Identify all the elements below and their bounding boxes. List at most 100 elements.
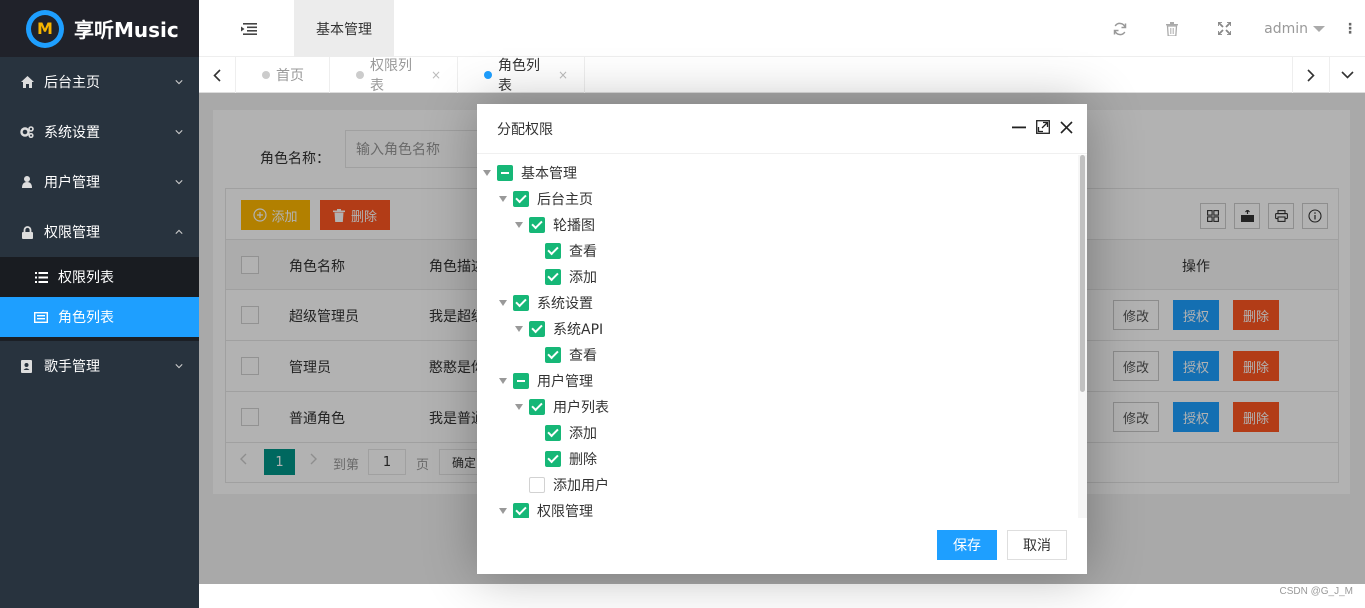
tree-checkbox[interactable] [545,347,561,363]
user-icon [20,176,34,188]
tree-node[interactable]: 权限管理 [499,498,593,518]
more-menu-button[interactable]: ⋮ [1335,21,1365,37]
minimize-button[interactable] [1012,120,1026,138]
cancel-button[interactable]: 取消 [1007,530,1067,560]
indent-icon [241,22,257,35]
tree-checkbox[interactable] [513,191,529,207]
permissions-tree: 基本管理 后台主页 轮播图 查看 添加 系统设置 系统API 查看 用户管理 用… [477,155,1087,518]
chevron-right-icon [1307,68,1315,82]
tree-node[interactable]: 删除 [531,446,597,472]
sidebar-toggle-button[interactable] [229,0,269,57]
sidebar-item-permissions[interactable]: 权限管理 [0,207,199,257]
page-tab-permission-list[interactable]: 权限列表 × [330,57,458,94]
top-header: 基本管理 admin ⋮ [199,0,1365,57]
sidebar-item-users[interactable]: 用户管理 [0,157,199,207]
permissions-submenu: 权限列表 角色列表 [0,257,199,337]
chevron-down-icon [175,80,183,85]
address-book-icon [20,359,34,373]
tree-node[interactable]: 基本管理 [483,160,577,186]
user-menu[interactable]: admin [1250,21,1335,37]
refresh-icon [1113,22,1127,35]
tree-node[interactable]: 查看 [531,238,597,264]
expand-icon [1217,22,1231,35]
tree-checkbox[interactable] [529,217,545,233]
list-icon [34,271,48,283]
tree-checkbox[interactable] [529,477,545,493]
chevron-down-icon [175,130,183,135]
tree-checkbox[interactable] [545,425,561,441]
assign-permissions-dialog: 分配权限 基本管理 后台主页 轮播图 查看 添加 系统设置 系统API 查看 用… [477,104,1087,574]
dialog-footer: 保存 取消 [477,518,1087,574]
tree-node[interactable]: 用户列表 [515,394,609,420]
home-icon [20,76,34,88]
top-nav-basic-management[interactable]: 基本管理 [294,0,394,57]
tabs-scroll-right-button[interactable] [1292,57,1329,93]
tree-node[interactable]: 系统API [515,316,603,342]
caret-down-icon[interactable] [515,404,523,410]
tree-checkbox[interactable] [545,243,561,259]
chevron-up-icon [175,229,183,234]
caret-down-icon[interactable] [515,326,523,332]
logo-icon: M [26,9,64,48]
close-icon [1060,120,1073,134]
sidebar-item-singers[interactable]: 歌手管理 [0,341,199,391]
tree-checkbox[interactable] [497,165,513,181]
dialog-title: 分配权限 [497,121,553,138]
tree-node[interactable]: 添加 [531,264,597,290]
page-tab-home[interactable]: 首页 [236,57,330,93]
lock-icon [20,225,34,239]
caret-down-icon[interactable] [515,222,523,228]
chevron-down-icon [1341,71,1354,79]
card-icon [34,311,48,323]
tree-checkbox[interactable] [529,399,545,415]
caret-down-icon[interactable] [499,378,507,384]
sidebar-item-settings[interactable]: 系统设置 [0,107,199,157]
caret-down-icon [1313,25,1325,32]
tabs-menu-button[interactable] [1329,57,1365,93]
gears-icon [20,126,34,138]
tab-close-icon[interactable]: × [558,68,568,82]
minimize-icon [1012,126,1026,129]
logo: M 享听Music [0,0,199,57]
watermark: CSDN @G_J_M [1279,586,1354,597]
scrollbar[interactable] [1080,155,1085,392]
tree-node[interactable]: 查看 [531,342,597,368]
tab-close-icon[interactable]: × [431,68,441,82]
tree-node[interactable]: 后台主页 [499,186,593,212]
caret-down-icon[interactable] [483,170,491,176]
tree-checkbox[interactable] [513,295,529,311]
tree-checkbox[interactable] [545,451,561,467]
sidebar: M 享听Music 后台主页 系统设置 用户管理 权限管理 权限列表 角色列表 … [0,0,199,608]
chevron-down-icon [175,180,183,185]
caret-down-icon[interactable] [499,508,507,514]
tree-checkbox[interactable] [513,373,529,389]
caret-down-icon[interactable] [499,300,507,306]
trash-icon [1166,21,1179,36]
caret-down-icon[interactable] [499,196,507,202]
sidebar-subitem-role-list[interactable]: 角色列表 [0,297,199,337]
brand-name: 享听Music [74,18,179,42]
tree-checkbox[interactable] [529,321,545,337]
tree-checkbox[interactable] [513,503,529,518]
page-tabs-bar: 首页 权限列表 × 角色列表 × [199,57,1365,94]
tabs-scroll-left-button[interactable] [199,57,236,93]
refresh-button[interactable] [1094,0,1146,57]
tree-node[interactable]: 轮播图 [515,212,595,238]
tree-node[interactable]: 添加 [531,420,597,446]
maximize-icon [1036,120,1050,134]
dialog-header: 分配权限 [477,104,1087,154]
tree-node[interactable]: 添加用户 [515,472,609,498]
tree-node[interactable]: 系统设置 [499,290,593,316]
close-button[interactable] [1060,120,1073,138]
chevron-left-icon [213,68,221,82]
chevron-down-icon [175,364,183,369]
sidebar-item-home[interactable]: 后台主页 [0,57,199,107]
page-tab-role-list[interactable]: 角色列表 × [458,57,585,94]
maximize-button[interactable] [1036,120,1050,138]
sidebar-subitem-permission-list[interactable]: 权限列表 [0,257,199,297]
tree-node[interactable]: 用户管理 [499,368,593,394]
save-button[interactable]: 保存 [937,530,997,560]
tree-checkbox[interactable] [545,269,561,285]
fullscreen-button[interactable] [1198,0,1250,57]
clear-cache-button[interactable] [1146,0,1198,57]
